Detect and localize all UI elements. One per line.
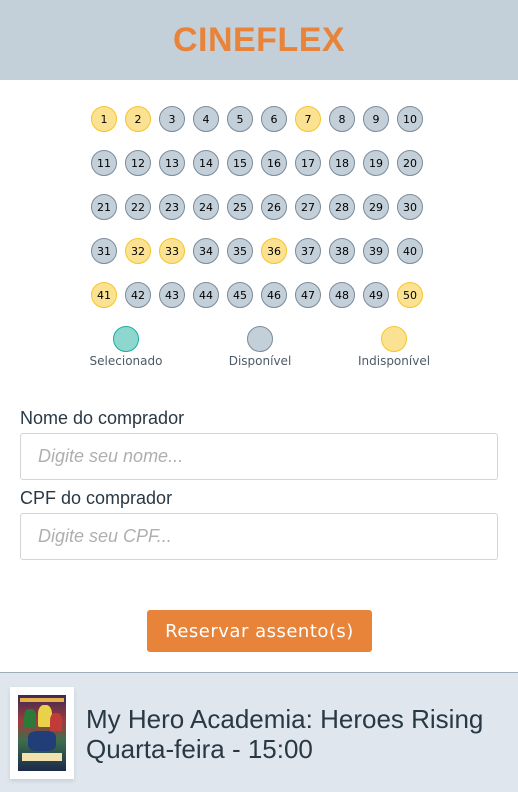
legend-unavailable: Indisponível [357, 326, 431, 368]
seat-7[interactable]: 7 [295, 106, 321, 132]
seat-20[interactable]: 20 [397, 150, 423, 176]
seat-21[interactable]: 21 [91, 194, 117, 220]
seat-49[interactable]: 49 [363, 282, 389, 308]
seat-36[interactable]: 36 [261, 238, 287, 264]
seat-16[interactable]: 16 [261, 150, 287, 176]
session-footer: My Hero Academia: Heroes Rising Quarta-f… [0, 672, 518, 792]
legend-selected-label: Selecionado [89, 354, 163, 368]
unavailable-seat-icon [381, 326, 407, 352]
seat-39[interactable]: 39 [363, 238, 389, 264]
buyer-cpf-input[interactable] [20, 513, 498, 560]
seat-8[interactable]: 8 [329, 106, 355, 132]
seat-31[interactable]: 31 [91, 238, 117, 264]
seat-23[interactable]: 23 [159, 194, 185, 220]
buyer-cpf-label: CPF do comprador [20, 488, 173, 508]
seat-25[interactable]: 25 [227, 194, 253, 220]
seat-42[interactable]: 42 [125, 282, 151, 308]
seat-33[interactable]: 33 [159, 238, 185, 264]
legend-available-label: Disponível [228, 354, 292, 368]
seat-13[interactable]: 13 [159, 150, 185, 176]
seat-18[interactable]: 18 [329, 150, 355, 176]
seat-14[interactable]: 14 [193, 150, 219, 176]
seat-6[interactable]: 6 [261, 106, 287, 132]
seat-38[interactable]: 38 [329, 238, 355, 264]
seat-17[interactable]: 17 [295, 150, 321, 176]
movie-title: My Hero Academia: Heroes Rising [86, 704, 484, 734]
seat-3[interactable]: 3 [159, 106, 185, 132]
seat-27[interactable]: 27 [295, 194, 321, 220]
seat-map: 1 2 3 4 5 6 7 8 9 10 11 12 13 14 15 16 17 18 19 20 21 22 23 24 2… [91, 106, 431, 308]
seat-19[interactable]: 19 [363, 150, 389, 176]
seat-5[interactable]: 5 [227, 106, 253, 132]
seat-26[interactable]: 26 [261, 194, 287, 220]
session-time: Quarta-feira - 15:00 [86, 734, 313, 764]
legend-available: Disponível [228, 326, 292, 368]
seat-4[interactable]: 4 [193, 106, 219, 132]
seat-47[interactable]: 47 [295, 282, 321, 308]
legend-selected: Selecionado [89, 326, 163, 368]
session-info: My Hero Academia: Heroes Rising Quarta-f… [86, 704, 483, 764]
seat-15[interactable]: 15 [227, 150, 253, 176]
seat-43[interactable]: 43 [159, 282, 185, 308]
seat-2[interactable]: 2 [125, 106, 151, 132]
seat-40[interactable]: 40 [397, 238, 423, 264]
seat-34[interactable]: 34 [193, 238, 219, 264]
seat-44[interactable]: 44 [193, 282, 219, 308]
seat-48[interactable]: 48 [329, 282, 355, 308]
seat-35[interactable]: 35 [227, 238, 253, 264]
reserve-seats-button[interactable]: Reservar assento(s) [147, 610, 372, 652]
seat-46[interactable]: 46 [261, 282, 287, 308]
seat-28[interactable]: 28 [329, 194, 355, 220]
seat-legend: Selecionado Disponível Indisponível [0, 326, 518, 376]
seat-30[interactable]: 30 [397, 194, 423, 220]
seat-10[interactable]: 10 [397, 106, 423, 132]
buyer-name-label: Nome do comprador [20, 408, 185, 428]
app-header: CINEFLEX [0, 0, 518, 80]
seat-24[interactable]: 24 [193, 194, 219, 220]
seat-22[interactable]: 22 [125, 194, 151, 220]
seat-9[interactable]: 9 [363, 106, 389, 132]
seat-50[interactable]: 50 [397, 282, 423, 308]
seat-37[interactable]: 37 [295, 238, 321, 264]
seat-12[interactable]: 12 [125, 150, 151, 176]
legend-unavailable-label: Indisponível [357, 354, 431, 368]
seat-11[interactable]: 11 [91, 150, 117, 176]
seat-29[interactable]: 29 [363, 194, 389, 220]
seat-1[interactable]: 1 [91, 106, 117, 132]
buyer-name-input[interactable] [20, 433, 498, 480]
app-title: CINEFLEX [172, 20, 346, 59]
available-seat-icon [247, 326, 273, 352]
movie-poster-image [18, 695, 66, 771]
movie-poster [10, 687, 74, 779]
seat-45[interactable]: 45 [227, 282, 253, 308]
seat-32[interactable]: 32 [125, 238, 151, 264]
seat-41[interactable]: 41 [91, 282, 117, 308]
selected-seat-icon [113, 326, 139, 352]
